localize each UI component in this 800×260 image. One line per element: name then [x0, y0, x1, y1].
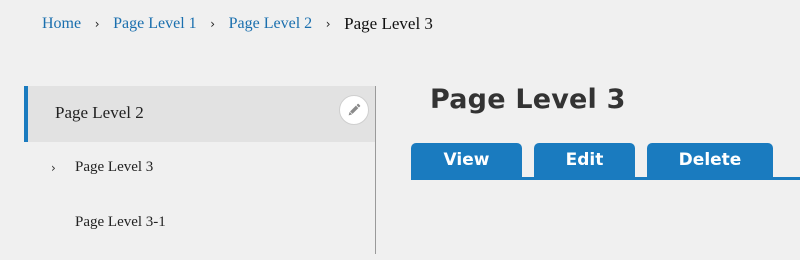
breadcrumb-separator-icon: ›	[94, 17, 100, 31]
breadcrumb-link-page-level-1[interactable]: Page Level 1	[113, 15, 197, 33]
pencil-icon	[348, 103, 361, 116]
sidebar-item-page-level-3-1[interactable]: Page Level 3-1	[24, 203, 375, 243]
tab-delete[interactable]: Delete	[647, 143, 773, 179]
tab-edit[interactable]: Edit	[534, 143, 635, 179]
tab-view[interactable]: View	[411, 143, 522, 179]
page-title: Page Level 3	[430, 84, 626, 115]
tab-bar: View Edit Delete	[411, 143, 800, 181]
sidebar-item-label: Page Level 2	[55, 103, 144, 122]
sidebar: Page Level 2 › Page Level 3 Page Level 3…	[24, 86, 376, 254]
edit-button[interactable]	[339, 95, 369, 125]
breadcrumb-link-page-level-2[interactable]: Page Level 2	[229, 15, 313, 33]
breadcrumb-link-home[interactable]: Home	[42, 15, 81, 33]
sidebar-item-page-level-3[interactable]: › Page Level 3	[24, 148, 375, 188]
sidebar-item-active[interactable]: Page Level 2	[24, 86, 375, 142]
sidebar-item-label: Page Level 3-1	[75, 214, 166, 230]
sidebar-item-label: Page Level 3	[75, 159, 154, 175]
breadcrumb-separator-icon: ›	[210, 17, 216, 31]
chevron-right-icon: ›	[51, 161, 56, 175]
breadcrumb-separator-icon: ›	[325, 17, 331, 31]
breadcrumb: Home › Page Level 1 › Page Level 2 › Pag…	[42, 13, 433, 35]
breadcrumb-current: Page Level 3	[344, 14, 433, 33]
